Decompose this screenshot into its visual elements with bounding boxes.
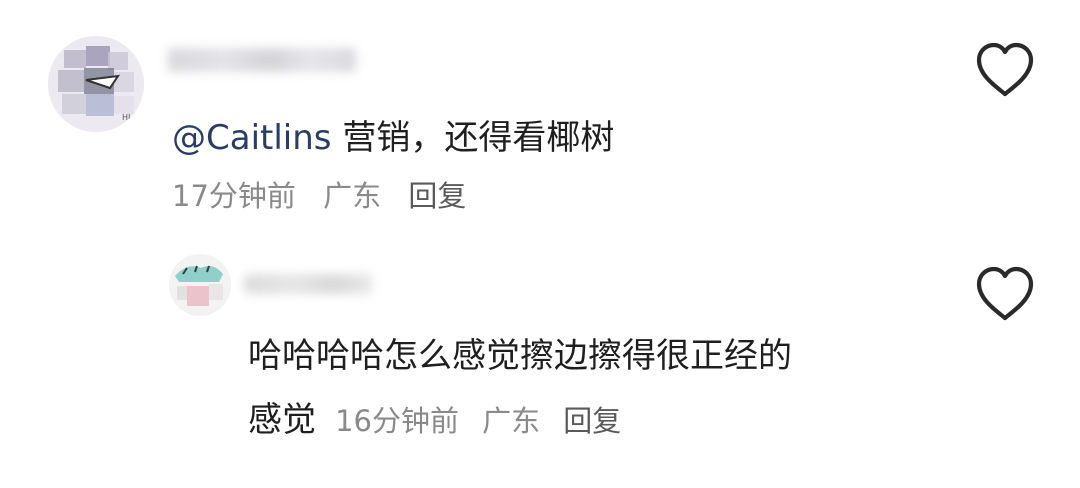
comment-body-line-2: 感觉 16分钟前 广东 回复: [248, 400, 621, 446]
comment-meta: 17分钟前 广东 回复: [172, 178, 466, 214]
username-blurred[interactable]: [244, 274, 372, 294]
avatar[interactable]: HLF: [48, 36, 144, 132]
comment-body-tail: 感觉: [248, 400, 316, 440]
comment-body: 营销，还得看椰树: [342, 118, 615, 158]
mention-link[interactable]: @Caitlins: [172, 118, 332, 158]
comment-text: @Caitlins 营销，还得看椰树: [172, 118, 614, 158]
avatar-image: [169, 254, 231, 316]
svg-text:HLF: HLF: [122, 113, 137, 122]
username-blurred[interactable]: [168, 48, 356, 72]
like-heart-icon[interactable]: [974, 42, 1036, 98]
reply-button[interactable]: 回复: [408, 179, 466, 213]
reply-button[interactable]: 回复: [563, 404, 621, 438]
location: 广东: [323, 179, 382, 213]
location: 广东: [482, 404, 541, 438]
timestamp: 17分钟前: [172, 179, 296, 213]
comment-body-line-1: 哈哈哈哈怎么感觉擦边擦得很正经的: [248, 336, 792, 376]
like-heart-icon[interactable]: [974, 266, 1036, 322]
timestamp: 16分钟前: [335, 404, 459, 438]
avatar-image: HLF: [48, 36, 144, 132]
avatar[interactable]: [169, 254, 231, 316]
